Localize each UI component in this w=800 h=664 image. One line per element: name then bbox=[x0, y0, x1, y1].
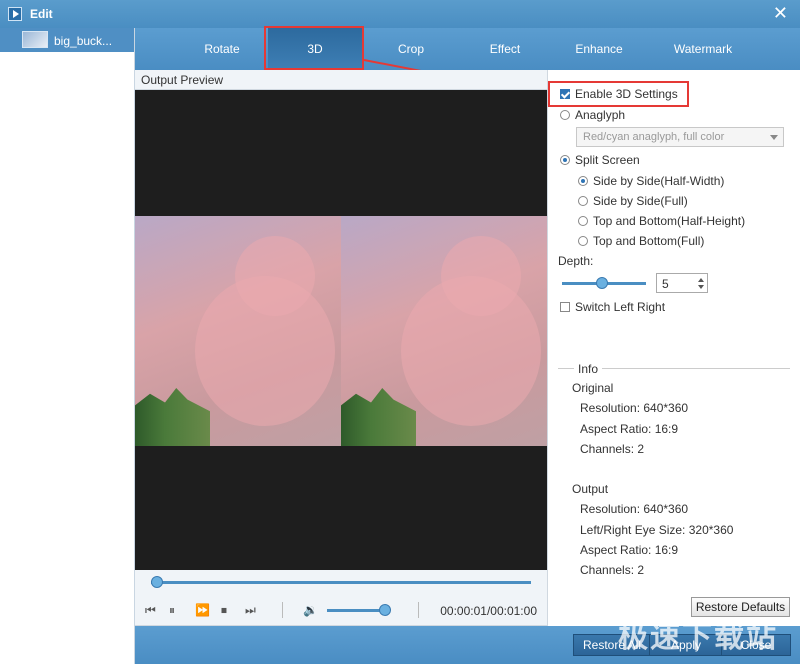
output-eye-size: Left/Right Eye Size: 320*360 bbox=[580, 523, 734, 537]
split-option-label: Side by Side(Full) bbox=[593, 194, 688, 208]
skip-back-icon[interactable]: ⏮ bbox=[145, 603, 156, 618]
file-thumbnail bbox=[22, 31, 48, 48]
timecode: 00:00:01/00:01:00 bbox=[440, 604, 537, 618]
tab-rotate[interactable]: Rotate bbox=[185, 28, 259, 70]
file-name: big_buck... bbox=[54, 34, 113, 48]
radio-top-full[interactable] bbox=[578, 236, 588, 246]
radio-side-half[interactable] bbox=[578, 176, 588, 186]
output-channels: Channels: 2 bbox=[580, 563, 645, 577]
anaglyph-radio[interactable] bbox=[560, 110, 570, 120]
volume-icon[interactable]: 🔉 bbox=[303, 603, 318, 617]
output-aspect: Aspect Ratio: 16:9 bbox=[580, 543, 679, 557]
progress-track[interactable] bbox=[151, 581, 531, 584]
window-title: Edit bbox=[30, 7, 53, 21]
stepper-down-icon[interactable] bbox=[698, 285, 704, 289]
split-option-label: Top and Bottom(Half-Height) bbox=[593, 214, 746, 228]
original-title: Original bbox=[572, 381, 614, 395]
left-eye-frame bbox=[135, 216, 341, 446]
progress-row bbox=[135, 570, 547, 594]
switch-left-right-label: Switch Left Right bbox=[575, 300, 666, 314]
stop-icon[interactable]: ⏹ bbox=[221, 603, 227, 618]
anaglyph-select-value: Red/cyan anaglyph, full color bbox=[583, 131, 725, 143]
split-screen-option[interactable]: Split Screen bbox=[560, 153, 640, 167]
split-option-top-half[interactable]: Top and Bottom(Half-Height) bbox=[578, 214, 745, 228]
file-list: big_buck... bbox=[0, 28, 135, 664]
split-option-side-full[interactable]: Side by Side(Full) bbox=[578, 194, 688, 208]
tab-enhance[interactable]: Enhance bbox=[563, 28, 635, 70]
original-resolution: Resolution: 640*360 bbox=[580, 401, 689, 415]
preview-title: Output Preview bbox=[141, 73, 224, 87]
split-option-label: Side by Side(Half-Width) bbox=[593, 174, 725, 188]
divider bbox=[282, 602, 283, 618]
right-eye-frame bbox=[341, 216, 547, 446]
output-resolution: Resolution: 640*360 bbox=[580, 502, 689, 516]
volume-handle[interactable] bbox=[379, 604, 391, 616]
info-title: Info bbox=[574, 362, 603, 376]
depth-value: 5 bbox=[662, 277, 669, 291]
depth-slider-handle[interactable] bbox=[596, 277, 608, 289]
output-title: Output bbox=[572, 482, 609, 496]
split-option-label: Top and Bottom(Full) bbox=[593, 234, 705, 248]
preview-header: Output Preview bbox=[135, 70, 547, 90]
split-screen-label: Split Screen bbox=[575, 153, 640, 167]
split-screen-radio[interactable] bbox=[560, 155, 570, 165]
progress-handle[interactable] bbox=[151, 576, 163, 588]
switch-left-right-checkbox[interactable] bbox=[560, 302, 570, 312]
radio-top-half[interactable] bbox=[578, 216, 588, 226]
anaglyph-option[interactable]: Anaglyph bbox=[560, 108, 625, 122]
stepper-up-icon[interactable] bbox=[698, 278, 704, 282]
enable-3d-highlight-box bbox=[548, 81, 689, 107]
close-icon[interactable]: ✕ bbox=[773, 4, 788, 22]
skip-forward-icon[interactable]: ⏭ bbox=[245, 603, 256, 618]
title-bar: Edit ✕ bbox=[0, 0, 800, 28]
tab-watermark[interactable]: Watermark bbox=[655, 28, 751, 70]
settings-panel: Enable 3D Settings Anaglyph Red/cyan ana… bbox=[547, 70, 800, 626]
split-option-side-half[interactable]: Side by Side(Half-Width) bbox=[578, 174, 724, 188]
original-aspect: Aspect Ratio: 16:9 bbox=[580, 422, 679, 436]
depth-stepper[interactable]: 5 bbox=[656, 273, 708, 293]
anaglyph-select[interactable]: Red/cyan anaglyph, full color bbox=[576, 127, 784, 147]
radio-side-full[interactable] bbox=[578, 196, 588, 206]
fast-forward-icon[interactable]: ⏩ bbox=[195, 603, 210, 617]
chevron-down-icon bbox=[770, 135, 778, 140]
split-option-top-full[interactable]: Top and Bottom(Full) bbox=[578, 234, 704, 248]
file-list-item[interactable]: big_buck... bbox=[0, 28, 134, 52]
original-channels: Channels: 2 bbox=[580, 442, 645, 456]
playback-controls: ⏮ ⏸ ⏩ ⏹ ⏭ 🔉 00:00:01/00:01:00 bbox=[135, 594, 547, 626]
app-icon bbox=[8, 7, 22, 21]
pause-icon[interactable]: ⏸ bbox=[169, 603, 175, 618]
depth-label: Depth: bbox=[558, 254, 594, 268]
tab-highlight-box bbox=[264, 26, 364, 70]
switch-left-right-option[interactable]: Switch Left Right bbox=[560, 300, 665, 314]
anaglyph-label: Anaglyph bbox=[575, 108, 626, 122]
watermark: 极速下载站 bbox=[618, 621, 778, 654]
divider bbox=[418, 602, 419, 618]
video-preview bbox=[135, 90, 547, 570]
